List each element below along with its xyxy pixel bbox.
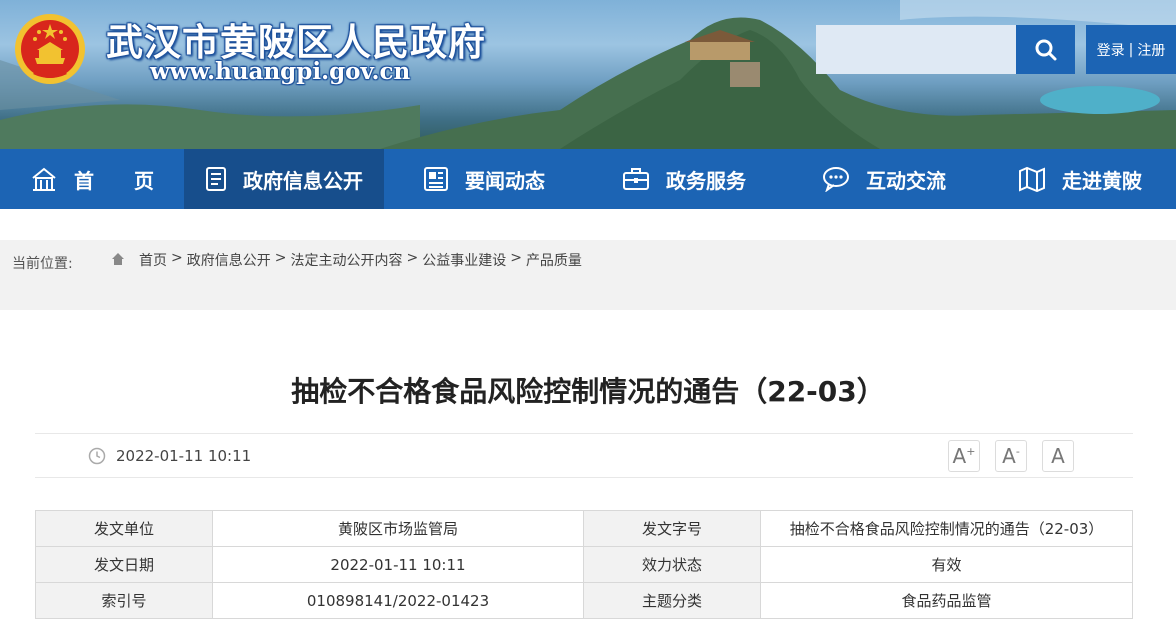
chat-icon bbox=[823, 167, 849, 192]
briefcase-icon bbox=[623, 168, 649, 190]
font-reset-button[interactable]: A bbox=[1042, 440, 1074, 472]
article-title: 抽检不合格食品风险控制情况的通告（22-03） bbox=[291, 375, 885, 408]
table-key: 发文日期 bbox=[35, 546, 213, 583]
breadcrumb-item-product-quality[interactable]: 产品质量 bbox=[526, 250, 582, 270]
auth-links: 登录 | 注册 bbox=[1086, 25, 1176, 74]
auth-divider: | bbox=[1128, 41, 1134, 58]
divider bbox=[35, 477, 1133, 478]
table-value: 食品药品监管 bbox=[760, 582, 1133, 619]
table-value: 2022-01-11 10:11 bbox=[212, 546, 584, 583]
breadcrumb-label: 当前位置: bbox=[12, 256, 73, 272]
nav-item-services[interactable]: 政务服务 bbox=[584, 149, 784, 209]
breadcrumb-trail: 首页 > 政府信息公开 > 法定主动公开内容 > 公益事业建设 > 产品质量 bbox=[139, 250, 582, 270]
login-link[interactable]: 登录 bbox=[1097, 40, 1125, 60]
publish-time-value: 2022-01-11 10:11 bbox=[116, 447, 252, 465]
nav-item-label: 政府信息公开 bbox=[243, 168, 363, 193]
table-row: 索引号 010898141/2022-01423 主题分类 食品药品监管 bbox=[35, 582, 1133, 619]
table-key: 发文字号 bbox=[583, 510, 761, 547]
table-value: 010898141/2022-01423 bbox=[212, 582, 584, 619]
breadcrumb-item-statutory[interactable]: 法定主动公开内容 bbox=[290, 250, 402, 270]
breadcrumb-item-public-welfare[interactable]: 公益事业建设 bbox=[422, 250, 506, 270]
nav-item-label: 互动交流 bbox=[866, 168, 946, 193]
news-icon bbox=[424, 167, 448, 191]
table-key: 效力状态 bbox=[583, 546, 761, 583]
search-input[interactable] bbox=[816, 25, 1016, 74]
breadcrumb-separator: > bbox=[274, 250, 287, 266]
document-icon bbox=[206, 167, 226, 191]
nav-item-label: 政务服务 bbox=[666, 168, 746, 193]
nav-item-news[interactable]: 要闻动态 bbox=[384, 149, 584, 209]
table-key: 索引号 bbox=[35, 582, 213, 619]
breadcrumb-separator: > bbox=[171, 250, 183, 266]
table-value: 有效 bbox=[760, 546, 1133, 583]
table-key: 发文单位 bbox=[35, 510, 213, 547]
nav-item-label: 要闻动态 bbox=[465, 168, 545, 193]
table-row: 发文单位 黄陂区市场监管局 发文字号 抽检不合格食品风险控制情况的通告（22-0… bbox=[35, 510, 1133, 547]
national-emblem-icon bbox=[15, 14, 85, 84]
table-row: 发文日期 2022-01-11 10:11 效力状态 有效 bbox=[35, 546, 1133, 583]
document-info-table: 发文单位 黄陂区市场监管局 发文字号 抽检不合格食品风险控制情况的通告（22-0… bbox=[35, 510, 1133, 619]
search-button[interactable] bbox=[1016, 25, 1075, 74]
breadcrumb-item-gov-info[interactable]: 政府信息公开 bbox=[187, 250, 271, 270]
nav-item-about[interactable]: 走进黄陂 bbox=[984, 149, 1176, 209]
table-key: 主题分类 bbox=[583, 582, 761, 619]
table-value: 黄陂区市场监管局 bbox=[212, 510, 584, 547]
font-smaller-button[interactable]: A- bbox=[995, 440, 1027, 472]
font-larger-button[interactable]: A + bbox=[948, 440, 980, 472]
home-icon bbox=[32, 167, 56, 191]
nav-item-label: 首 页 bbox=[74, 168, 154, 193]
site-banner: 武汉市黄陂区人民政府 www.huangpi.gov.cn 登录 | 注册 bbox=[0, 0, 1176, 149]
home-icon bbox=[112, 253, 124, 265]
divider bbox=[35, 433, 1133, 434]
nav-item-home[interactable]: 首 页 bbox=[0, 149, 184, 209]
breadcrumb: 当前位置: 首页 > 政府信息公开 > 法定主动公开内容 > 公益事业建设 > … bbox=[0, 240, 1176, 280]
table-value: 抽检不合格食品风险控制情况的通告（22-03） bbox=[760, 510, 1133, 547]
breadcrumb-item-home[interactable]: 首页 bbox=[139, 250, 167, 270]
publish-time: 2022-01-11 10:11 bbox=[88, 447, 251, 465]
register-link[interactable]: 注册 bbox=[1137, 40, 1165, 60]
site-url: www.huangpi.gov.cn bbox=[150, 58, 411, 85]
breadcrumb-separator: > bbox=[406, 250, 419, 266]
main-nav: 首 页 政府信息公开 要闻动态 政务服务 互动交流 走进黄陂 bbox=[0, 149, 1176, 209]
clock-icon bbox=[88, 447, 106, 465]
section-divider bbox=[0, 280, 1176, 310]
breadcrumb-separator: > bbox=[510, 250, 522, 266]
map-icon bbox=[1019, 166, 1045, 192]
search-icon bbox=[1035, 39, 1056, 60]
nav-item-interaction[interactable]: 互动交流 bbox=[784, 149, 984, 209]
nav-item-label: 走进黄陂 bbox=[1062, 168, 1142, 193]
nav-item-gov-info[interactable]: 政府信息公开 bbox=[184, 149, 384, 209]
